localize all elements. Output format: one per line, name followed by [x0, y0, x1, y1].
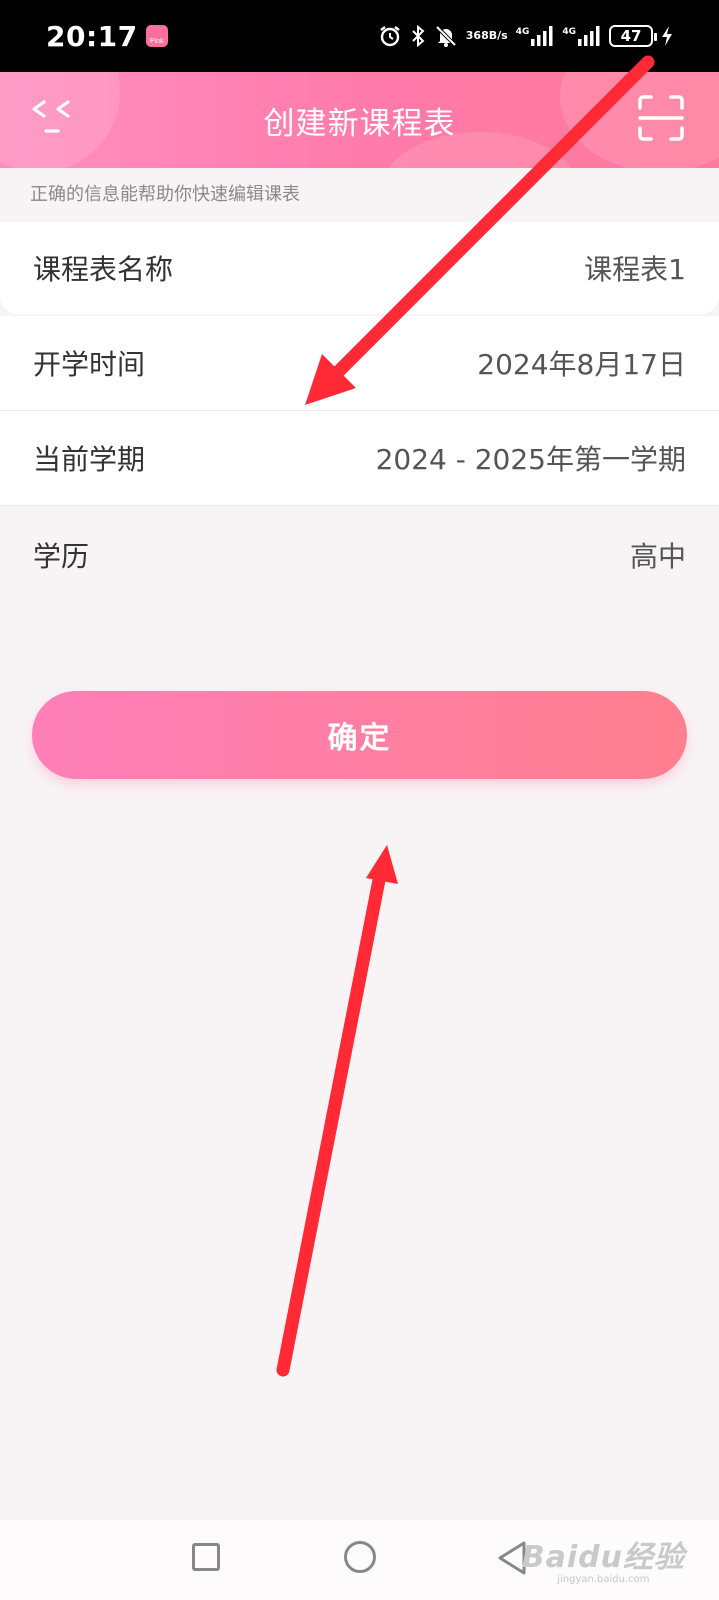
row-label: 开学时间 [33, 348, 146, 381]
page-title: 创建新课程表 [263, 105, 456, 142]
home-icon[interactable] [344, 1541, 376, 1573]
divider [0, 505, 719, 506]
row-current-semester[interactable]: 当前学期 2024 - 2025年第一学期 [0, 411, 719, 505]
confirm-button[interactable]: 确定 [32, 691, 687, 779]
scan-icon[interactable] [637, 94, 685, 142]
alarm-icon [378, 24, 402, 48]
row-value: 课程表1 [584, 253, 686, 286]
status-left: 20:17 Pink [46, 20, 168, 53]
recent-apps-icon[interactable] [192, 1543, 220, 1571]
mute-bell-icon [434, 24, 458, 48]
row-start-date[interactable]: 开学时间 2024年8月17日 [0, 316, 719, 410]
form-hint: 正确的信息能帮助你快速编辑课表 [30, 184, 300, 205]
row-value: 2024年8月17日 [477, 348, 686, 381]
network-speed: 368 B/s [465, 29, 508, 42]
status-time: 20:17 [46, 19, 138, 53]
row-label: 学历 [33, 540, 90, 573]
row-schedule-name[interactable]: 课程表名称 课程表1 [0, 222, 719, 314]
signal-icon-1: 4G [516, 25, 555, 47]
bluetooth-icon [410, 24, 426, 48]
row-value: 2024 - 2025年第一学期 [375, 443, 686, 476]
app-header: 创建新课程表 [0, 72, 719, 168]
annotation-arrow-bottom [276, 845, 398, 1377]
status-right: 368 B/s 4G 4G 47 [378, 24, 673, 48]
battery-icon: 47 [609, 25, 657, 47]
pink-app-icon: Pink [145, 25, 168, 47]
status-bar: 20:17 Pink 368 B/s 4G 4G 47 [0, 0, 719, 72]
watermark: Baidu经验 jingyan.baidu.com [522, 1532, 685, 1585]
row-label: 当前学期 [33, 443, 146, 476]
charging-icon [661, 25, 673, 47]
row-education[interactable]: 学历 高中 [0, 508, 719, 602]
row-label: 课程表名称 [33, 253, 174, 286]
row-value: 高中 [629, 540, 686, 573]
signal-icon-2: 4G [562, 25, 601, 47]
watermark-main: Baidu经验 [521, 1540, 685, 1575]
